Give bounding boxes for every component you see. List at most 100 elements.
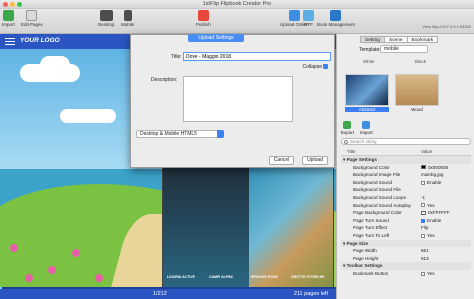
property-value[interactable]: Yes [421,270,435,278]
platform-select[interactable]: Desktop & Mobile HTML5 [136,130,224,138]
book-caption: GROTTE STORICHE [291,275,325,279]
flower [25,274,33,282]
cancel-button[interactable]: Cancel [269,156,294,165]
publish-button[interactable]: Publish [196,10,211,27]
desktop-button[interactable]: Desktop [98,10,115,27]
property-name: Page Background Color [353,210,402,216]
tab-setting[interactable]: Setting [360,36,385,43]
color-swatch[interactable] [421,165,426,170]
search-input[interactable]: Search string [341,138,471,145]
book-caption: CAMPI ALPINI [209,275,233,279]
import-icon [2,10,14,21]
settings-panel: Setting Scene Bookmark Template: mobile … [336,34,474,299]
ftp-icon [303,10,314,21]
checkbox[interactable] [421,233,425,238]
edit-pages-button[interactable]: Edit Pages [21,10,43,27]
property-value[interactable]: Yes [421,232,435,240]
property-name: Page Height [353,255,379,261]
property-row[interactable]: Background Sound Enable [341,179,471,187]
property-value[interactable]: mainbg.jpg [421,171,443,179]
property-name: Background Sound File [353,187,401,193]
checkbox[interactable] [421,180,425,185]
property-name: ▾ Page Size [343,240,369,246]
property-row[interactable]: Background Color 0x000000 [341,164,471,172]
property-group[interactable]: ▾ Toolbar Settings [341,262,471,270]
property-name: Page Turn Sound [353,217,389,223]
property-value[interactable]: 651 [421,247,429,255]
property-value[interactable]: Yes [421,202,435,210]
property-row[interactable]: Bookmark Button Yes [341,270,471,278]
export-icon[interactable] [343,121,351,129]
property-value[interactable]: 913 [421,255,429,263]
property-name: Background Sound Autoplay [353,202,411,208]
flipbook[interactable]: LIGURIA ACTIVE CAMPI ALPINI SPIAGGE FOOD… [162,157,334,299]
tab-bookmark[interactable]: Bookmark [406,36,439,43]
property-row[interactable]: Page Background Color 0xFFFFFF [341,209,471,217]
desktop-icon [99,10,113,21]
property-row[interactable]: Background Sound Autoplay Yes [341,202,471,210]
import-button[interactable]: Import [2,10,15,27]
export-label[interactable]: Export [341,130,354,135]
checkbox[interactable] [421,271,425,276]
properties-header: Title Value [341,149,471,156]
template-select[interactable]: mobile [380,45,428,53]
properties-list: ▾ Page Settings Background Color 0x000000 B… [341,156,471,278]
ftp-button[interactable]: FTP [303,10,314,27]
collapse-button[interactable]: Collapse [303,64,328,70]
property-name: ▾ Page Settings [343,157,377,162]
preview-url[interactable]: View http://127.0.0.1:53332 [422,24,471,29]
property-row[interactable]: Page Turn To Left Yes [341,232,471,240]
preview-footer: 1/212 211 pages left [0,289,336,299]
description-field[interactable] [183,76,293,122]
property-value[interactable]: Flip [421,224,428,232]
mobile-button[interactable]: Mobile [121,10,134,27]
template-thumb-abstract[interactable] [345,74,389,106]
cloud-upload-icon [288,10,300,21]
import-icon[interactable] [362,121,370,129]
property-name: Background Sound Loops [353,194,406,200]
property-row[interactable]: Background Sound Loops -1 [341,194,471,202]
chevron-up-icon [323,64,328,70]
title-input[interactable] [183,52,331,61]
logo: YOUR LOGO [20,37,60,44]
tab-scene[interactable]: Scene [383,36,408,43]
cloud [40,56,70,74]
flower [72,249,80,257]
menu-icon[interactable] [5,38,15,45]
property-row[interactable]: Page Turn Sound Enable [341,217,471,225]
edit-pages-icon [26,10,38,21]
upload-button[interactable]: Upload [302,156,328,165]
book-caption: LIGURIA ACTIVE [167,275,195,279]
property-value-header: Value [421,149,433,154]
toolbar: Import Edit Pages Desktop Mobile Publish… [0,9,474,34]
property-row[interactable]: Page Height 913 [341,255,471,263]
property-name: ▾ Toolbar Settings [343,263,383,269]
property-row[interactable]: Background Image File mainbg.jpg [341,171,471,179]
flower [48,266,56,274]
template-top-label: Black [415,59,427,64]
property-name: Bookmark Button [353,270,389,276]
property-value[interactable]: Enable [421,179,441,187]
property-row[interactable]: Page Width 651 [341,247,471,255]
property-value[interactable]: -1 [421,194,425,202]
flower [95,274,103,282]
page-number: 1/212 [153,290,167,297]
color-swatch[interactable] [421,210,426,215]
checkbox[interactable] [421,203,425,208]
mobile-icon [123,10,132,21]
property-value[interactable]: 0xFFFFFF [421,209,450,217]
property-name: Page Turn To Left [353,232,390,238]
property-group[interactable]: ▾ Page Settings [341,156,471,164]
search-icon [344,140,348,144]
pages-left: 211 pages left [293,290,328,297]
property-value[interactable]: 0x000000 [421,164,448,172]
panel-tabs: Setting Scene Bookmark [360,36,439,43]
property-row[interactable]: Background Sound File [341,186,471,194]
book-management-button[interactable]: Book Management [317,10,355,27]
property-value[interactable]: Enable [421,217,441,225]
property-row[interactable]: Page Turn Effect Flip [341,224,471,232]
property-group[interactable]: ▾ Page Size [341,239,471,248]
checkbox[interactable] [421,218,425,223]
template-thumb-wood[interactable] [395,74,439,106]
import-label[interactable]: Import [360,130,373,135]
